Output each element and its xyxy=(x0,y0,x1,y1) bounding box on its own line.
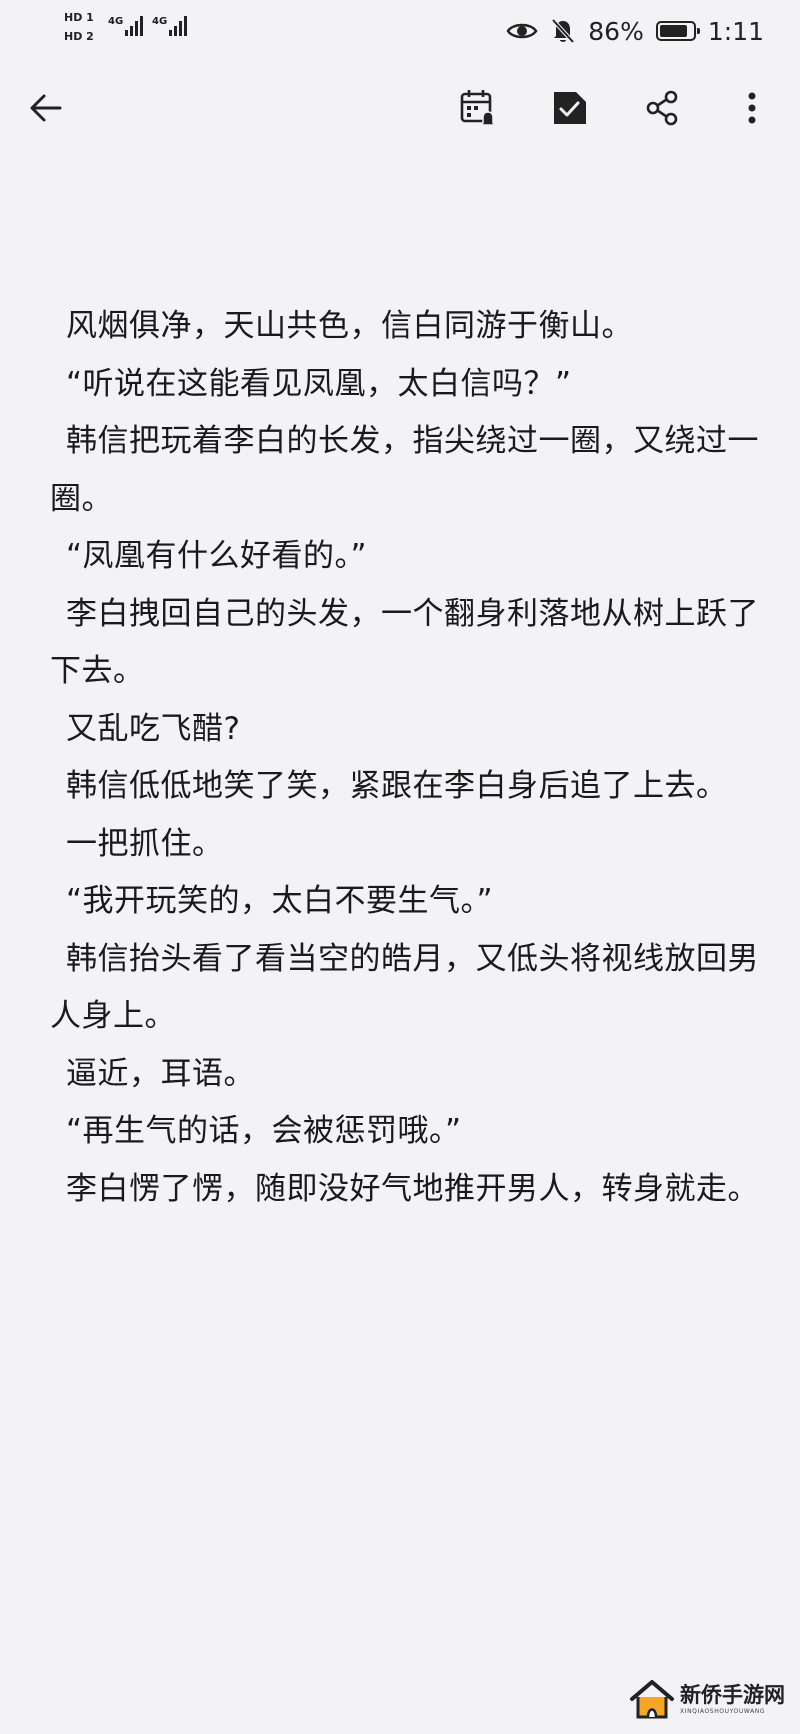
share-icon xyxy=(646,90,678,126)
signal-strength-1-icon: 4G xyxy=(108,16,145,36)
battery-percent: 86% xyxy=(588,16,644,46)
back-button[interactable] xyxy=(18,80,74,136)
paragraph: “凤凰有什么好看的。” xyxy=(66,538,368,574)
house-logo-icon xyxy=(630,1680,674,1719)
paragraph: 李白愣了愣，随即没好气地推开男人，转身就走。 xyxy=(66,1170,759,1207)
paragraph: 又乱吃飞醋? xyxy=(66,710,241,747)
paragraph: 韩信抬头看了看当空的皓月，又低头将视线放回男人身上。 xyxy=(50,940,759,1035)
more-button[interactable] xyxy=(724,80,780,136)
toolbar xyxy=(0,62,800,158)
watermark-name: 新侨手游网 xyxy=(680,1681,785,1707)
paragraph: 逼近，耳语。 xyxy=(66,1055,255,1092)
save-button[interactable] xyxy=(542,80,598,136)
paragraph: 李白拽回自己的头发，一个翻身利落地从树上跃了下去。 xyxy=(50,595,759,690)
paragraph: 韩信低低地笑了笑，紧跟在李白身后追了上去。 xyxy=(66,768,728,804)
network1-label: 4G xyxy=(108,16,124,27)
sim2-label: HD 2 xyxy=(64,30,94,43)
checkbox-icon xyxy=(554,92,586,124)
reminder-button[interactable] xyxy=(450,80,506,136)
paragraph: 一把抓住。 xyxy=(66,825,224,862)
sim-indicators: HD 1 HD 2 xyxy=(64,10,98,48)
battery-icon xyxy=(655,21,700,41)
network2-label: 4G xyxy=(152,16,168,27)
note-body[interactable]: 风烟俱净，天山共色，信白同游于衡山。 “听说在这能看见凤凰，太白信吗？” 韩信把玩着… xyxy=(50,298,766,1218)
bell-off-icon xyxy=(551,18,575,44)
back-arrow-icon xyxy=(30,94,62,122)
battery-level xyxy=(659,25,687,37)
clock: 1:11 xyxy=(707,16,764,46)
paragraph: “听说在这能看见凤凰，太白信吗？” xyxy=(66,365,572,402)
calendar-reminder-icon xyxy=(460,90,497,126)
watermark: 新侨手游网 XINQIAOSHOUYOUWANG xyxy=(628,1674,788,1724)
watermark-subtitle: XINQIAOSHOUYOUWANG xyxy=(680,1707,766,1715)
paragraph: “我开玩笑的，太白不要生气。” xyxy=(66,883,494,919)
paragraph: 韩信把玩着李白的长发，指尖绕过一圈，又绕过一圈。 xyxy=(50,423,759,517)
share-button[interactable] xyxy=(634,80,690,136)
status-right: 86% 1:11 xyxy=(506,12,764,50)
more-icon xyxy=(748,92,756,124)
sim1-label: HD 1 xyxy=(64,11,94,24)
signal-strength-2-icon: 4G xyxy=(152,16,189,36)
paragraph: “再生气的话，会被惩罚哦。” xyxy=(66,1113,462,1149)
eye-icon xyxy=(506,23,538,39)
status-bar: HD 1 HD 2 4G 4G 86% 1:11 xyxy=(0,0,800,62)
paragraph: 风烟俱净，天山共色，信白同游于衡山。 xyxy=(66,308,633,344)
